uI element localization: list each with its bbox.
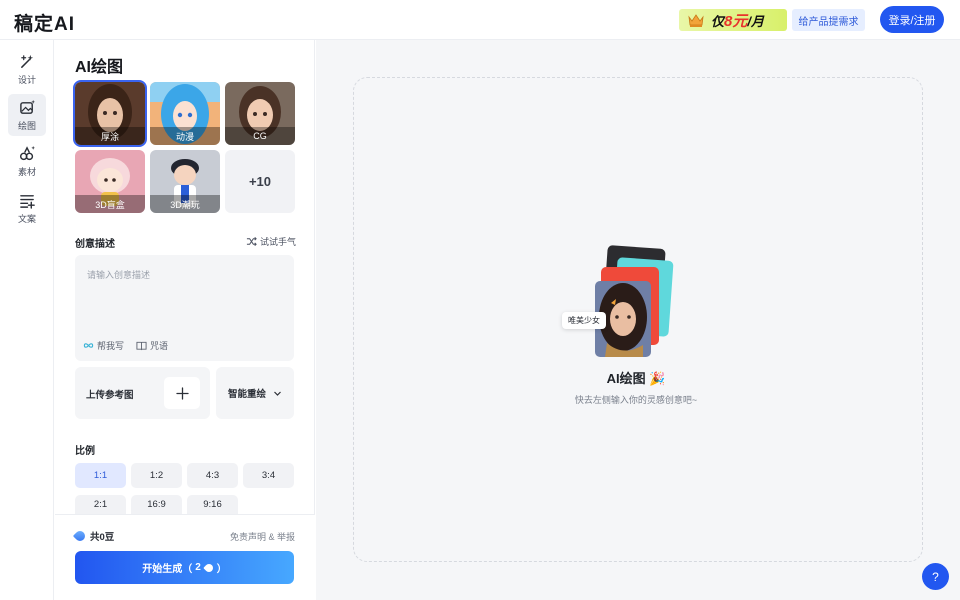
style-tile-cg[interactable]: CG	[225, 82, 295, 145]
panel-title: AI绘图	[75, 59, 124, 76]
promo-banner[interactable]: 仅8元/月	[679, 9, 787, 31]
bean-icon	[72, 528, 88, 544]
shuffle-button[interactable]: 试试手气	[246, 235, 296, 248]
disclaimer-link[interactable]: 免责声明 & 举报	[230, 530, 295, 543]
promo-text: 仅8元/月	[711, 12, 764, 30]
empty-state-illustration	[595, 245, 674, 357]
style-tile-anime[interactable]: 动漫	[150, 82, 220, 145]
style-label: 3D盲盒	[75, 195, 145, 213]
chevron-down-icon	[274, 391, 281, 396]
rail-label: 设计	[17, 74, 36, 85]
style-label: CG	[225, 127, 295, 145]
canvas-area: 唯美少女 AI绘图 🎉 快去左侧输入你的灵感创意吧~	[316, 40, 960, 600]
generate-suffix: ）	[216, 564, 227, 575]
mode-label: 智能重绘	[227, 389, 266, 400]
help-write-button[interactable]: 帮我写	[83, 339, 124, 352]
shuffle-icon	[246, 237, 257, 246]
bean-icon	[203, 561, 215, 574]
sample-tag: 唯美少女	[562, 312, 606, 329]
bean-balance: 共0豆	[72, 528, 115, 544]
plus-icon	[175, 386, 189, 400]
upload-reference[interactable]: 上传参考图	[75, 367, 210, 419]
infinity-icon	[83, 343, 94, 348]
ratio-option[interactable]: 3:4	[243, 463, 294, 488]
image-sparkle-icon	[19, 99, 35, 114]
top-header: 稿定AI 仅8元/月 给产品提需求 登录/注册	[0, 0, 960, 40]
style-label: 厚涂	[75, 127, 145, 145]
magic-wand-icon	[20, 54, 33, 68]
empty-state-title: AI绘图 🎉	[606, 371, 666, 386]
prompt-section-label: 创意描述	[75, 239, 115, 250]
help-write-label: 帮我写	[97, 341, 125, 351]
rail-item-copywriting[interactable]: 文案	[8, 187, 46, 229]
rail-label: 文案	[17, 213, 36, 224]
login-button[interactable]: 登录/注册	[880, 6, 944, 33]
ratio-option[interactable]: 2:1	[75, 495, 126, 514]
shuffle-label: 试试手气	[260, 237, 297, 247]
upload-plus-button[interactable]	[164, 377, 200, 409]
ratio-option[interactable]: 4:3	[187, 463, 238, 488]
ratio-option[interactable]: 1:1	[75, 463, 126, 488]
prompt-placeholder: 请输入创意描述	[87, 270, 151, 280]
ratio-section-label: 比例	[75, 446, 95, 457]
rail-label: 素材	[17, 166, 36, 177]
shapes-icon	[19, 145, 35, 160]
style-tile-3d-blindbox[interactable]: 3D盲盒	[75, 150, 145, 213]
style-tile-thick-paint[interactable]: 厚涂	[73, 80, 147, 147]
app-logo[interactable]: 稿定AI	[14, 9, 75, 36]
style-label: 3D潮玩	[150, 195, 220, 213]
ratio-option[interactable]: 1:2	[131, 463, 182, 488]
rail-item-materials[interactable]: 素材	[8, 140, 46, 182]
help-button[interactable]: ?	[922, 563, 949, 590]
generate-prefix: 开始生成（	[142, 564, 193, 575]
prompt-input[interactable]: 请输入创意描述 帮我写 咒语	[75, 255, 294, 361]
mode-select[interactable]: 智能重绘	[216, 367, 294, 419]
ratio-option[interactable]: 9:16	[187, 495, 238, 514]
rail-item-design[interactable]: 设计	[8, 48, 46, 90]
rail-label: 绘图	[17, 120, 36, 131]
style-label: 动漫	[150, 127, 220, 145]
style-tile-3d-trendy[interactable]: 3D潮玩	[150, 150, 220, 213]
text-lines-icon	[19, 194, 35, 209]
generate-button[interactable]: 开始生成（ 2 ）	[75, 551, 294, 584]
spell-button[interactable]: 咒语	[136, 339, 168, 352]
ratio-option[interactable]: 16:9	[131, 495, 182, 514]
empty-state-subtitle: 快去左侧输入你的灵感创意吧~	[574, 395, 698, 405]
crown-icon	[688, 14, 704, 27]
more-styles-button[interactable]: +10	[225, 150, 295, 213]
bean-count: 共0豆	[90, 532, 115, 543]
generate-cost: 2	[195, 562, 201, 573]
panel-footer: 共0豆 免责声明 & 举报 开始生成（ 2 ）	[55, 514, 315, 600]
book-icon	[136, 341, 147, 351]
left-rail: 设计 绘图 素材 文案	[0, 40, 54, 600]
drawing-panel: AI绘图 厚涂 动漫 CG 3D盲盒 3D潮玩 +10 创意描述 试试手气 请输…	[55, 40, 315, 600]
rail-item-drawing[interactable]: 绘图	[8, 94, 46, 136]
upload-label: 上传参考图	[86, 390, 134, 401]
feedback-button[interactable]: 给产品提需求	[792, 9, 865, 31]
spell-label: 咒语	[150, 341, 169, 351]
prompt-tools: 帮我写 咒语	[83, 339, 168, 352]
